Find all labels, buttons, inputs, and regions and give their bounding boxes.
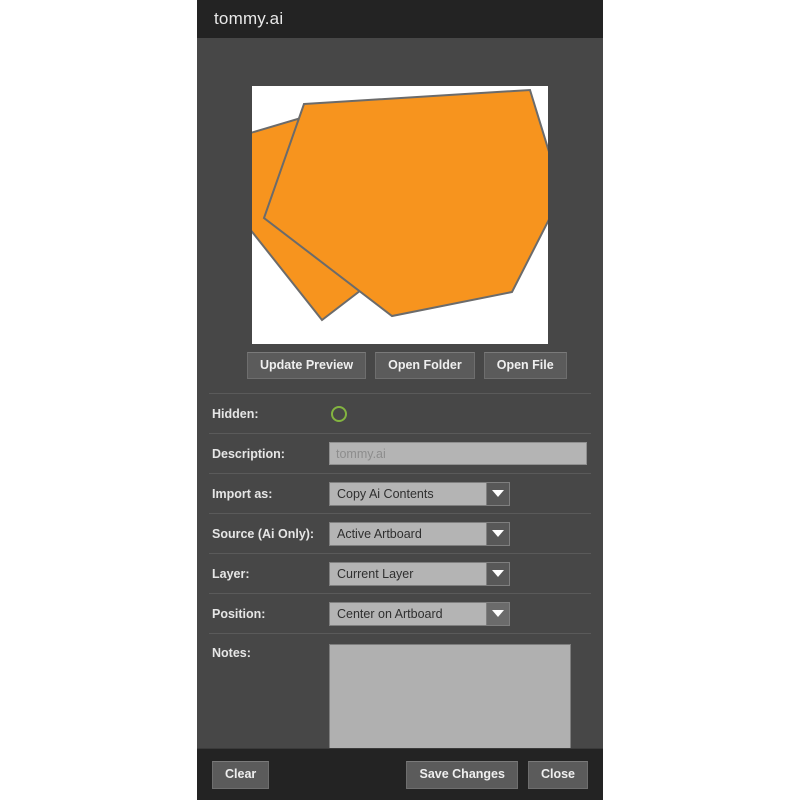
layer-dropdown-arrow[interactable] — [486, 561, 510, 586]
row-import-as: Import as: Copy Ai Contents — [209, 473, 591, 513]
properties-form: Hidden: Description: Import as: — [209, 393, 591, 748]
notes-area — [329, 644, 571, 748]
position-label: Position: — [212, 606, 266, 621]
position-select[interactable]: Center on Artboard — [329, 601, 510, 626]
notes-textarea[interactable] — [329, 644, 571, 748]
row-description: Description: — [209, 433, 591, 473]
row-layer: Layer: Current Layer — [209, 553, 591, 593]
import-as-field: Copy Ai Contents — [329, 481, 591, 506]
hidden-field — [329, 405, 591, 422]
open-file-button[interactable]: Open File — [483, 352, 567, 379]
hidden-toggle[interactable] — [331, 405, 347, 422]
preview-button-row: Update Preview Open Folder Open File — [247, 352, 567, 379]
asset-properties-panel: tommy.ai Update Preview Open Folder Open… — [197, 0, 603, 800]
row-source: Source (Ai Only): Active Artboard — [209, 513, 591, 553]
source-field: Active Artboard — [329, 521, 591, 546]
panel-footer: Clear Save Changes Close — [197, 748, 603, 800]
row-notes: Notes: — [209, 633, 591, 748]
chevron-down-icon — [492, 610, 504, 617]
description-label: Description: — [212, 446, 285, 461]
import-as-dropdown-arrow[interactable] — [486, 481, 510, 506]
import-as-select[interactable]: Copy Ai Contents — [329, 481, 510, 506]
screen-root: tommy.ai Update Preview Open Folder Open… — [0, 0, 800, 800]
layer-select[interactable]: Current Layer — [329, 561, 510, 586]
artwork-preview[interactable] — [252, 86, 548, 344]
import-as-label: Import as: — [212, 486, 273, 501]
description-input[interactable] — [329, 442, 587, 465]
hexagon-preview-svg — [252, 88, 548, 322]
chevron-down-icon — [492, 490, 504, 497]
notes-label: Notes: — [212, 646, 251, 660]
description-field — [329, 442, 591, 465]
row-hidden: Hidden: — [209, 393, 591, 433]
layer-field: Current Layer — [329, 561, 591, 586]
hidden-label: Hidden: — [212, 406, 259, 421]
panel-body: Update Preview Open Folder Open File Hid… — [197, 38, 603, 748]
open-folder-button[interactable]: Open Folder — [375, 352, 475, 379]
position-value: Center on Artboard — [329, 601, 486, 626]
source-select[interactable]: Active Artboard — [329, 521, 510, 546]
source-label: Source (Ai Only): — [212, 526, 315, 541]
update-preview-button[interactable]: Update Preview — [247, 352, 367, 379]
row-position: Position: Center on Artboard — [209, 593, 591, 633]
chevron-down-icon — [492, 570, 504, 577]
chevron-down-icon — [492, 530, 504, 537]
footer-right-buttons: Save Changes Close — [406, 760, 588, 789]
layer-label: Layer: — [212, 566, 250, 581]
source-value: Active Artboard — [329, 521, 486, 546]
notes-field — [329, 644, 591, 748]
close-button[interactable]: Close — [527, 760, 588, 789]
panel-titlebar: tommy.ai — [197, 0, 603, 38]
panel-title: tommy.ai — [214, 9, 284, 28]
layer-value: Current Layer — [329, 561, 486, 586]
position-field: Center on Artboard — [329, 601, 591, 626]
position-dropdown-arrow[interactable] — [486, 601, 510, 626]
save-changes-button[interactable]: Save Changes — [406, 760, 518, 789]
clear-button[interactable]: Clear — [212, 760, 270, 789]
import-as-value: Copy Ai Contents — [329, 481, 486, 506]
source-dropdown-arrow[interactable] — [486, 521, 510, 546]
